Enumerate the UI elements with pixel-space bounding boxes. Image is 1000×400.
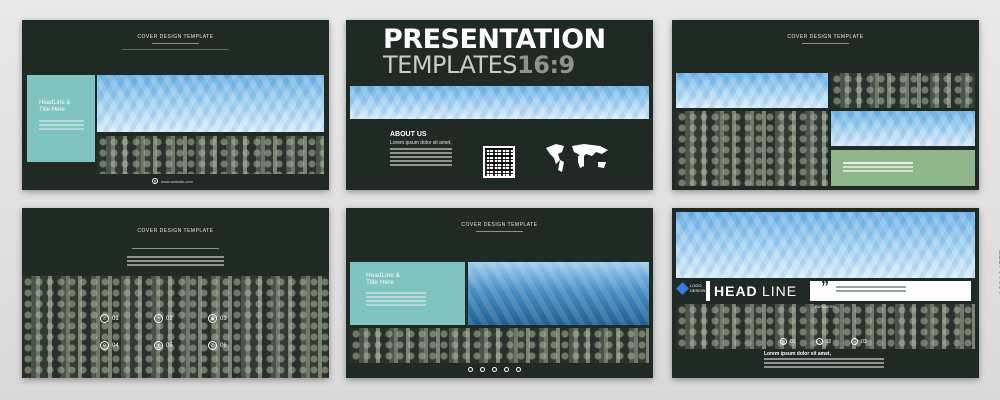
clock-icon: ◷ xyxy=(815,338,823,345)
sky-image xyxy=(97,75,324,132)
slide-cover-4: COVER DESIGN TEMPLATE ⌂ 01 ◷ 02 ▣ 03 ⚲ 04 ▥ 0… xyxy=(22,208,329,378)
icon-item-04: ⚲ 04 xyxy=(100,341,154,350)
num-text: 01 xyxy=(790,338,796,345)
home-icon: ⌂ xyxy=(100,314,109,323)
ratio-text: 16:9 xyxy=(517,51,575,79)
slide-header: COVER DESIGN TEMPLATE xyxy=(137,34,214,40)
icon-item-03: ▣ 03 xyxy=(208,314,262,323)
headline-word: HEAD xyxy=(714,283,758,299)
num-item-02: ◷ 02 xyxy=(815,338,832,345)
bar-chart-icon: ▥ xyxy=(154,341,163,350)
panel-headline: HeadLine & Title Here xyxy=(366,272,400,286)
slide-cover-3: COVER DESIGN TEMPLATE xyxy=(672,20,979,190)
text-panel xyxy=(831,150,975,186)
headline-word-2: LINE xyxy=(762,283,798,299)
logo-icon xyxy=(676,282,689,295)
divider xyxy=(132,248,219,249)
home-icon xyxy=(468,367,473,372)
icon-number: 03 xyxy=(220,315,227,322)
templates-word: TEMPLATES xyxy=(383,51,518,79)
quote-mark: ” xyxy=(821,279,829,296)
icon-item-05: ▥ 05 xyxy=(154,341,208,350)
clock-icon: ◷ xyxy=(154,314,163,323)
location-pin-icon: ⚲ xyxy=(100,341,109,350)
slide-header: COVER DESIGN TEMPLATE xyxy=(137,228,214,234)
subline xyxy=(122,47,229,50)
clock-icon xyxy=(480,367,485,372)
text-panel: HeadLine & Title Here xyxy=(350,262,465,325)
forest-background: ⌂ 01 ◷ 02 ▣ 03 ⚲ 04 ▥ 05 ✆ 06 xyxy=(22,276,329,378)
num-text: 03 xyxy=(861,338,867,345)
num-item-03: ◔ 03 xyxy=(851,338,867,345)
logo-block: LOGO DESIGN xyxy=(672,278,706,304)
presentation-title: PRESENTATION xyxy=(383,24,606,55)
bar-chart-icon: ▥ xyxy=(780,338,787,345)
number-row: ▥ 01 ◷ 02 ◔ 03 xyxy=(780,338,867,345)
icon-number: 01 xyxy=(112,315,119,322)
phone-icon: ✆ xyxy=(208,341,217,350)
qr-code xyxy=(483,146,515,178)
text-panel: HeadLine & Title Here xyxy=(27,75,95,162)
camera-icon: ▣ xyxy=(208,314,217,323)
website-text: www.website.com xyxy=(161,178,193,184)
divider xyxy=(476,231,523,232)
icon-item-01: ⌂ 01 xyxy=(100,314,154,323)
business-label: BUSINESS xyxy=(815,304,836,309)
sky-image xyxy=(676,212,975,278)
slide-headline: LOGO DESIGN HEAD LINE ” BUSINESS ▥ 01 ◷ 02… xyxy=(672,208,979,378)
icon-number: 06 xyxy=(220,342,227,349)
num-text: 02 xyxy=(825,338,832,345)
slide-title: PRESENTATION TEMPLATES16:9 ABOUT US Lore… xyxy=(346,20,653,190)
body-title: Lorem ipsum dolor sit amet, xyxy=(764,351,831,357)
slide-cover-5: COVER DESIGN TEMPLATE HeadLine & Title H… xyxy=(346,208,653,378)
phone-icon xyxy=(516,367,521,372)
website-row: ◍ www.website.com xyxy=(152,178,193,184)
globe-icon: ◍ xyxy=(152,178,158,184)
icon-item-02: ◷ 02 xyxy=(154,314,208,323)
forest-image xyxy=(97,136,324,174)
world-map-icon xyxy=(546,144,608,172)
panel-headline: HeadLine & Title Here xyxy=(39,100,71,113)
about-title: ABOUT US xyxy=(390,131,427,138)
location-pin-icon xyxy=(504,367,509,372)
num-item-01: ▥ 01 xyxy=(780,338,796,345)
pie-chart-icon: ◔ xyxy=(851,338,859,345)
slide-cover-1: COVER DESIGN TEMPLATE HeadLine & Title H… xyxy=(22,20,329,190)
divider xyxy=(152,43,199,44)
icon-number: 04 xyxy=(112,342,119,349)
slide-header: COVER DESIGN TEMPLATE xyxy=(787,34,864,40)
sky-image xyxy=(676,73,828,108)
headline-block: HEAD LINE xyxy=(710,278,810,304)
headline-band: LOGO DESIGN HEAD LINE ” xyxy=(672,278,971,304)
slide-header: COVER DESIGN TEMPLATE xyxy=(461,222,538,228)
icon-number: 05 xyxy=(166,342,173,349)
forest-image xyxy=(831,73,975,108)
sea-image xyxy=(468,262,649,325)
divider xyxy=(802,43,849,44)
icon-item-06: ✆ 06 xyxy=(208,341,262,350)
about-subtitle: Lorem ipsum dolor sit amet, xyxy=(390,140,452,146)
footer-icons xyxy=(468,367,521,372)
forest-image-large xyxy=(676,111,828,186)
templates-subtitle: TEMPLATES16:9 xyxy=(383,53,575,77)
logo-text: LOGO DESIGN xyxy=(690,283,706,293)
camera-icon xyxy=(492,367,497,372)
forest-image xyxy=(350,328,649,363)
sky-image-small xyxy=(831,111,975,146)
sky-banner xyxy=(350,86,649,119)
icon-number: 02 xyxy=(166,315,173,322)
